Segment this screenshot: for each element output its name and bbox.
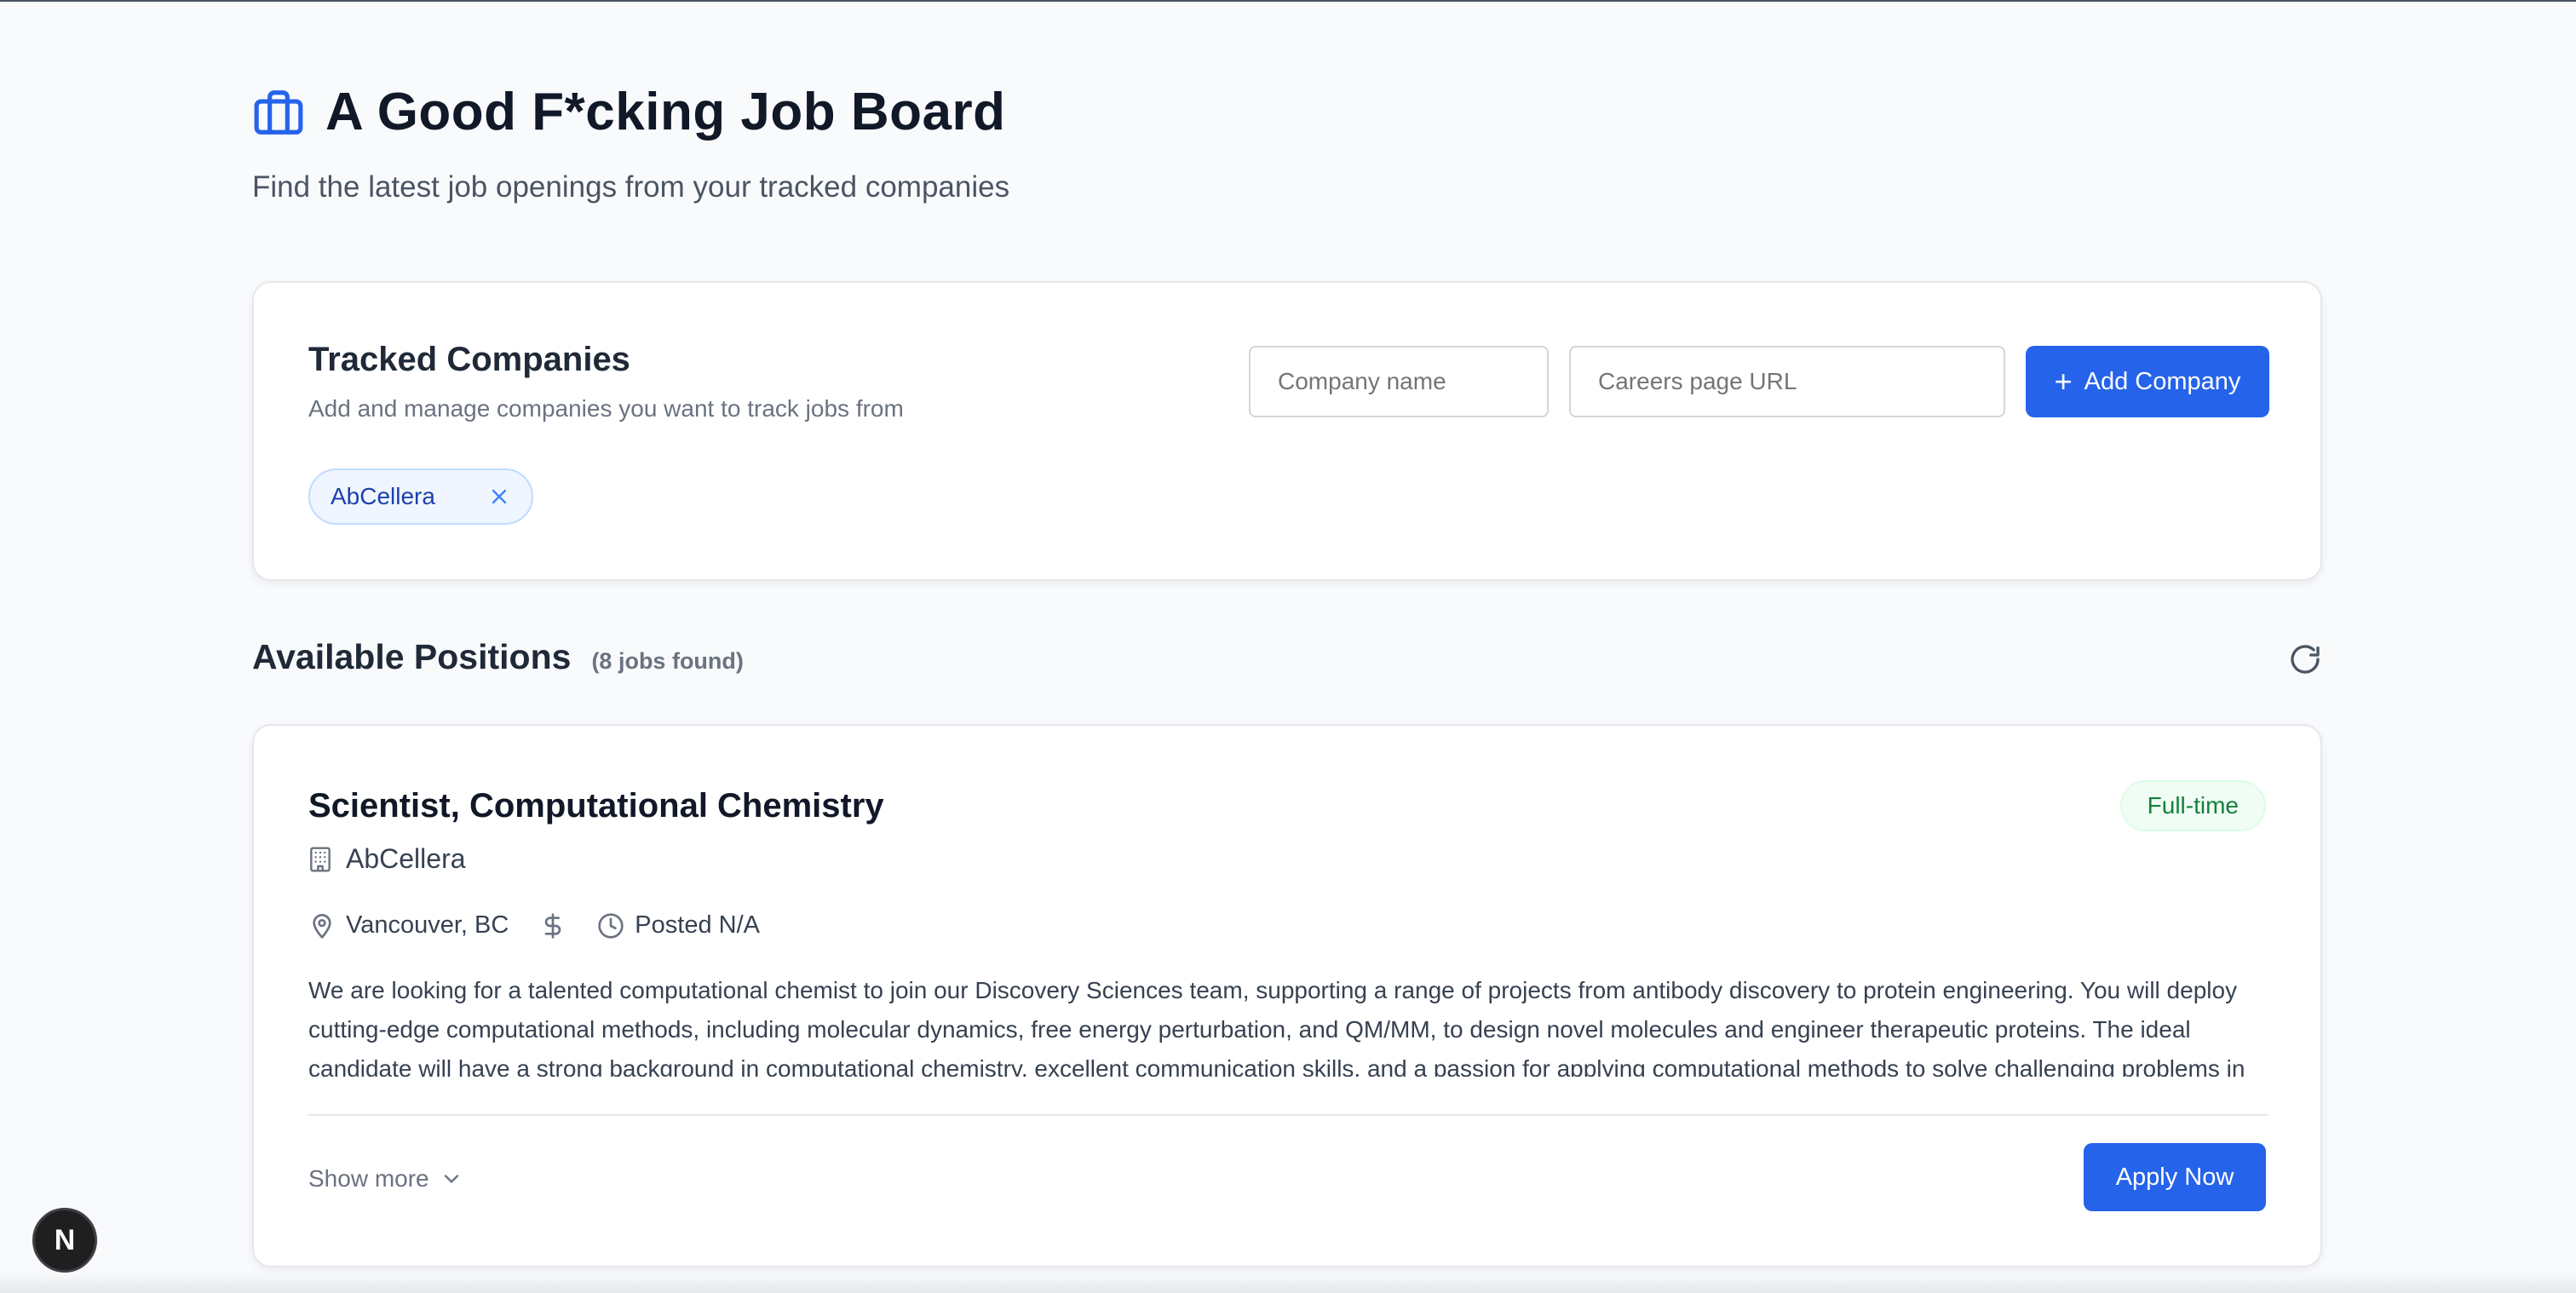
job-company: AbCellera <box>308 843 466 875</box>
chevron-down-icon <box>444 1175 458 1183</box>
available-positions-header: Available Positions (8 jobs found) <box>252 637 744 677</box>
map-pin-icon <box>313 913 331 939</box>
job-type-badge: Full-time <box>2119 780 2266 831</box>
job-company-name: AbCellera <box>346 843 466 874</box>
job-location: Vancouver, BC <box>346 911 509 939</box>
bottom-fade <box>0 1273 2576 1293</box>
show-more-button[interactable]: Show more <box>308 1165 463 1192</box>
show-more-label: Show more <box>308 1165 429 1192</box>
job-title: Scientist, Computational Chemistry <box>308 787 884 825</box>
building-icon <box>310 846 331 872</box>
window-top-border <box>0 0 2576 2</box>
tracked-companies-title: Tracked Companies <box>308 341 630 378</box>
add-company-label: Add Company <box>2084 367 2241 395</box>
job-card: Scientist, Computational Chemistry Full-… <box>252 724 2322 1267</box>
tracked-companies-card: Tracked Companies Add and manage compani… <box>252 281 2322 581</box>
available-positions-title: Available Positions <box>252 637 572 676</box>
job-description: We are looking for a talented computatio… <box>308 977 2245 1077</box>
close-icon[interactable] <box>487 485 511 509</box>
company-name-input[interactable] <box>1249 346 1549 417</box>
page-header: A Good F*cking Job Board <box>252 82 1006 142</box>
job-meta: Vancouver, BC Posted N/A <box>308 911 760 940</box>
page-subtitle: Find the latest job openings from your t… <box>252 170 1010 204</box>
careers-url-input[interactable] <box>1569 346 2005 417</box>
plus-icon: + <box>2054 364 2073 399</box>
company-chip: AbCellera <box>308 468 533 525</box>
dev-tools-badge[interactable]: N <box>32 1208 97 1273</box>
clock-icon <box>598 912 624 939</box>
job-posted: Posted N/A <box>635 911 760 939</box>
tracked-companies-description: Add and manage companies you want to tra… <box>308 395 904 422</box>
briefcase-icon <box>254 89 303 135</box>
divider <box>308 1114 2268 1116</box>
apply-now-button[interactable]: Apply Now <box>2084 1143 2266 1211</box>
add-company-button[interactable]: + Add Company <box>2026 346 2269 417</box>
company-chip-label: AbCellera <box>331 483 435 509</box>
refresh-icon[interactable] <box>2288 642 2322 676</box>
dollar-icon <box>544 912 561 939</box>
page-title: A Good F*cking Job Board <box>325 83 1006 141</box>
jobs-count: (8 jobs found) <box>591 648 744 674</box>
